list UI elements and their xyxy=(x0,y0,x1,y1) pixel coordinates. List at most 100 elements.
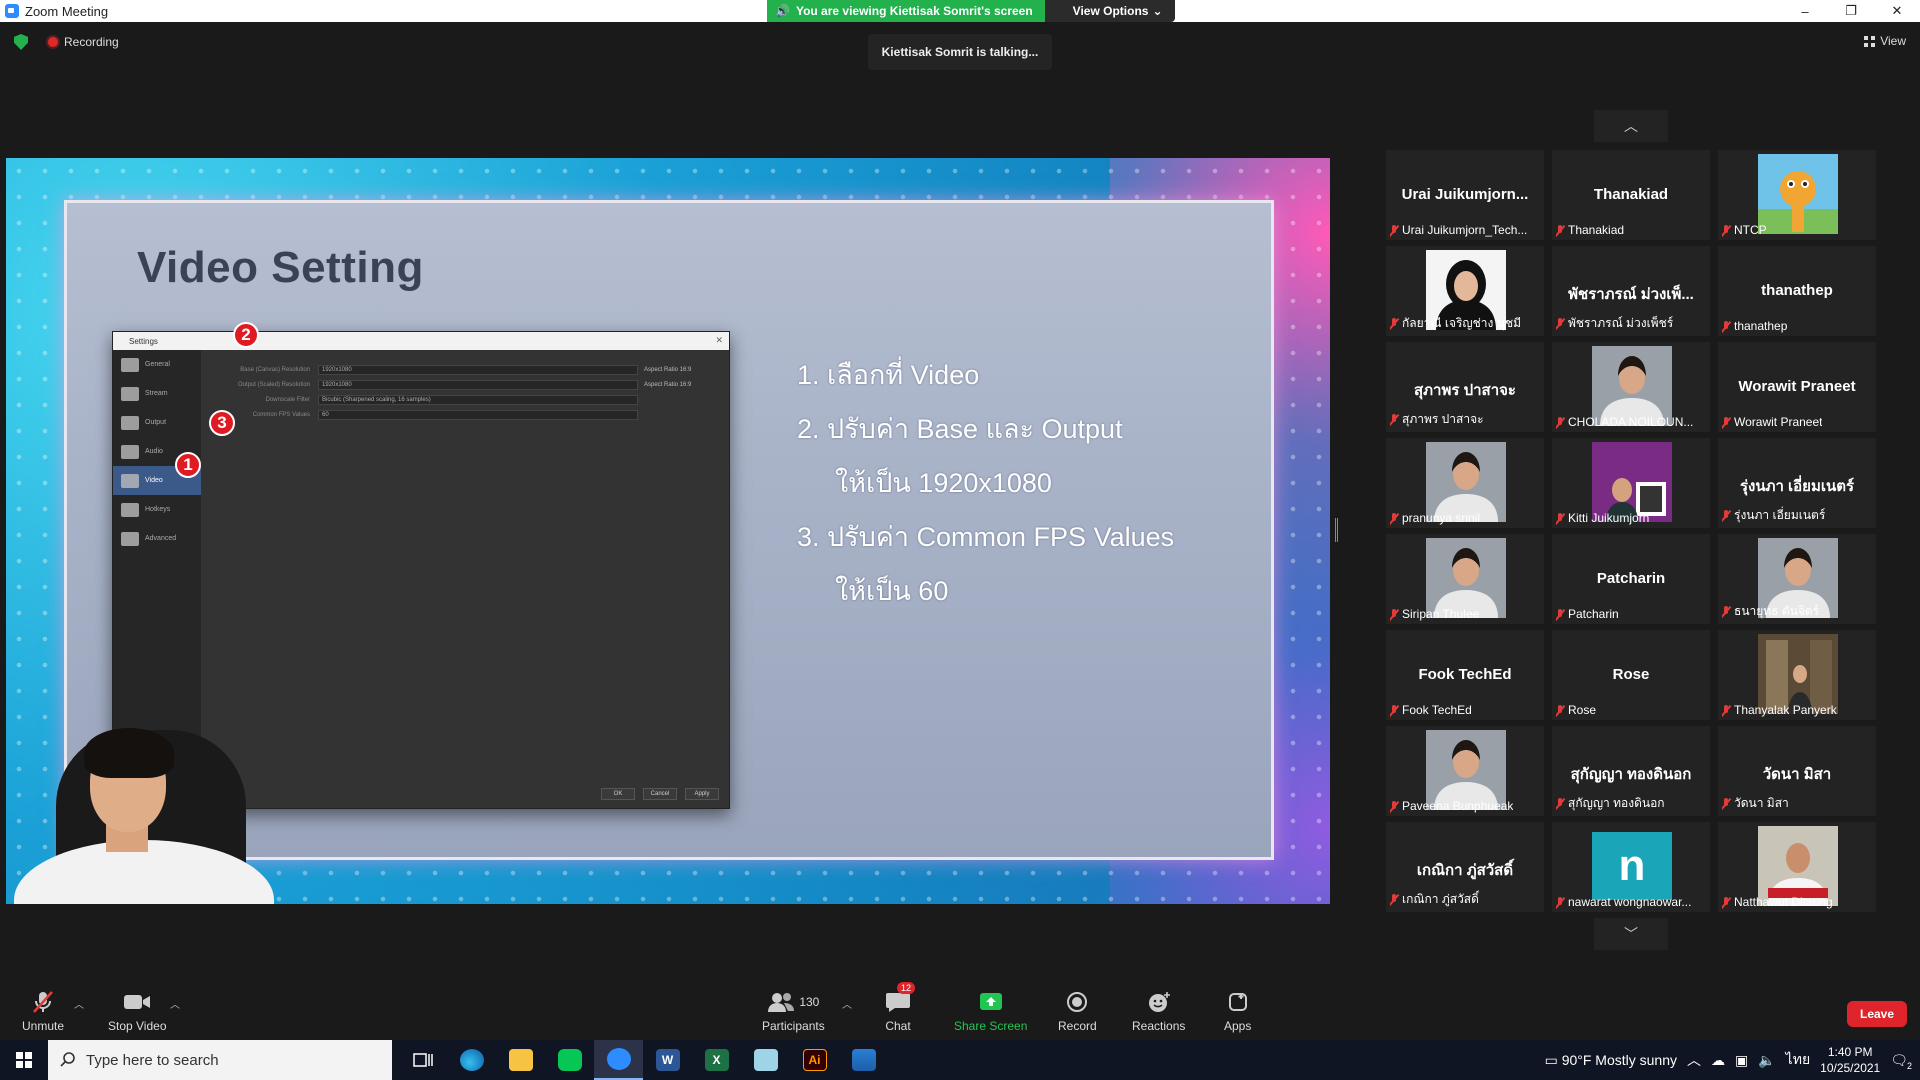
participant-tile[interactable]: สุภาพร ปาสาจะ สุภาพร ปาสาจะ xyxy=(1386,342,1544,432)
view-options-button[interactable]: View Options ⌄ xyxy=(1044,0,1175,22)
network-icon[interactable]: ▣ xyxy=(1735,1052,1748,1069)
participant-tile[interactable]: Kitti Juikumjorn xyxy=(1552,438,1710,528)
folder-icon xyxy=(508,1049,533,1071)
task-view-button[interactable] xyxy=(398,1040,447,1080)
gallery-next-button[interactable]: ﹀ xyxy=(1594,918,1668,950)
audio-options-caret[interactable]: ︿ xyxy=(74,996,84,1011)
chevron-up-icon: ︿ xyxy=(1624,118,1638,134)
word-app[interactable]: W xyxy=(643,1040,692,1080)
edge-app[interactable] xyxy=(447,1040,496,1080)
obs-close-icon: ✕ xyxy=(715,335,723,345)
participant-tile[interactable]: NTCP xyxy=(1718,150,1876,240)
view-label: View xyxy=(1880,34,1906,48)
participant-name: ธนายุทธ ตันจิตร์ xyxy=(1734,604,1820,618)
participant-name: Fook TechEd xyxy=(1402,703,1472,717)
participant-tile[interactable]: CHOLADA NOILOUN... xyxy=(1552,342,1710,432)
excel-app[interactable]: X xyxy=(692,1040,741,1080)
leave-button[interactable]: Leave xyxy=(1847,1001,1907,1027)
participant-tile[interactable]: Natthawut Ditaung xyxy=(1718,822,1876,912)
window-controls: – ❐ ✕ xyxy=(1782,0,1920,22)
weather-widget[interactable]: ▭ 90°F Mostly sunny xyxy=(1545,1052,1677,1069)
participant-caption: เกณิกา ภู่สวัสดิ์ xyxy=(1390,890,1479,909)
participant-tile[interactable]: Thanakiad Thanakiad xyxy=(1552,150,1710,240)
participants-options-caret[interactable]: ︿ xyxy=(842,996,852,1011)
obs-ok-button: OK xyxy=(601,788,635,800)
zoom-app[interactable] xyxy=(594,1040,643,1080)
participant-tile[interactable]: Patcharin Patcharin xyxy=(1552,534,1710,624)
illustrator-app[interactable]: Ai xyxy=(790,1040,839,1080)
recording-indicator[interactable]: Recording xyxy=(48,35,119,49)
restore-button[interactable]: ❐ xyxy=(1828,0,1874,22)
shared-screen[interactable]: Video Setting Settings ✕ General Stream … xyxy=(6,158,1330,904)
video-options-caret[interactable]: ︿ xyxy=(170,996,180,1011)
participant-tile[interactable]: สุกัญญา ทองดินอก สุกัญญา ทองดินอก xyxy=(1552,726,1710,816)
input-language[interactable]: ไทย xyxy=(1786,1049,1810,1071)
scanner-app[interactable] xyxy=(741,1040,790,1080)
file-explorer-app[interactable] xyxy=(496,1040,545,1080)
mic-muted-icon xyxy=(1556,416,1564,428)
apps-icon xyxy=(1228,993,1247,1011)
apps-button[interactable]: Apps xyxy=(1224,990,1251,1033)
participant-tile[interactable]: pranunya srinil xyxy=(1386,438,1544,528)
record-button[interactable]: Record xyxy=(1058,990,1097,1033)
illustrator-icon: Ai xyxy=(802,1049,827,1071)
participant-tile[interactable]: Paveena Bunphueak xyxy=(1386,726,1544,816)
participant-tile[interactable]: Fook TechEd Fook TechEd xyxy=(1386,630,1544,720)
photos-app[interactable] xyxy=(839,1040,888,1080)
minimize-button[interactable]: – xyxy=(1782,0,1828,22)
volume-icon[interactable]: 🔈 xyxy=(1758,1052,1775,1069)
reactions-button[interactable]: Reactions xyxy=(1132,990,1185,1033)
monitor-icon xyxy=(121,473,139,488)
windows-logo-icon xyxy=(16,1052,32,1068)
line-app[interactable] xyxy=(545,1040,594,1080)
slide-steps: 1. เลือกที่ Video 2. ปรับค่า Base และ Ou… xyxy=(797,348,1174,618)
participant-display-name: รุ่งนภา เอี่ยมเนตร์ xyxy=(1739,478,1855,495)
step-3-detail: ให้เป็น 60 xyxy=(835,576,949,606)
participant-tile[interactable]: Siripan Thulee xyxy=(1386,534,1544,624)
participant-tile[interactable]: n nawarat wongnaowar... xyxy=(1552,822,1710,912)
unmute-button[interactable]: Unmute xyxy=(22,990,64,1033)
participant-tile[interactable]: พัชราภรณ์ ม่วงเพ็... พัชราภรณ์ ม่วงเพ็ชร์ xyxy=(1552,246,1710,336)
participant-name: วัดนา มิสา xyxy=(1734,796,1789,810)
split-drag-handle[interactable] xyxy=(1335,518,1338,542)
participant-tile[interactable]: Urai Juikumjorn... Urai Juikumjorn_Tech..… xyxy=(1386,150,1544,240)
gallery-prev-button[interactable]: ︿ xyxy=(1594,110,1668,142)
obs-row: Base (Canvas) Resolution 1920x1080 Aspec… xyxy=(240,365,692,375)
obs-title-bar: Settings ✕ xyxy=(113,332,729,350)
participant-tile[interactable]: thanathep thanathep xyxy=(1718,246,1876,336)
participant-name: Paveena Bunphueak xyxy=(1402,799,1514,813)
mic-muted-icon xyxy=(1722,416,1730,428)
record-label: Record xyxy=(1058,1019,1097,1033)
obs-row: Output (Scaled) Resolution 1920x1080 Asp… xyxy=(237,380,692,390)
participant-tile[interactable]: Thanyalak Panyerk xyxy=(1718,630,1876,720)
onedrive-icon[interactable]: ☁ xyxy=(1711,1052,1725,1069)
participant-display-name: สุกัญญา ทองดินอก xyxy=(1570,766,1692,783)
participant-caption: Rose xyxy=(1556,703,1596,717)
participant-tile[interactable]: ธนายุทธ ตันจิตร์ xyxy=(1718,534,1876,624)
taskbar-search[interactable]: Type here to search xyxy=(48,1040,392,1080)
start-button[interactable] xyxy=(0,1040,48,1080)
keyboard-icon xyxy=(121,502,139,517)
participant-tile[interactable]: Worawit Praneet Worawit Praneet xyxy=(1718,342,1876,432)
tray-overflow-icon[interactable]: ︿ xyxy=(1687,1050,1701,1070)
participant-name: pranunya srinil xyxy=(1402,511,1481,525)
participant-tile[interactable]: วัดนา มิสา วัดนา มิสา xyxy=(1718,726,1876,816)
view-button[interactable]: View xyxy=(1864,34,1906,48)
output-icon xyxy=(121,415,139,430)
close-button[interactable]: ✕ xyxy=(1874,0,1920,22)
participants-count: 130 xyxy=(799,995,820,1009)
security-shield-icon[interactable] xyxy=(14,34,28,50)
mic-muted-icon xyxy=(30,990,56,1014)
participants-button[interactable]: 130 Participants xyxy=(762,990,825,1033)
stop-video-button[interactable]: Stop Video xyxy=(108,990,167,1033)
participant-tile[interactable]: กัลยาณี เจริญช่าง นุชมี xyxy=(1386,246,1544,336)
taskbar-clock[interactable]: 1:40 PM 10/25/2021 xyxy=(1820,1044,1880,1076)
participant-tile[interactable]: เกณิกา ภู่สวัสดิ์ เกณิกา ภู่สวัสดิ์ xyxy=(1386,822,1544,912)
participant-tile[interactable]: รุ่งนภา เอี่ยมเนตร์ รุ่งนภา เอี่ยมเนตร์ xyxy=(1718,438,1876,528)
share-screen-button[interactable]: Share Screen xyxy=(954,990,1027,1033)
step-1: 1. เลือกที่ Video xyxy=(797,360,980,390)
participant-name: Thanyalak Panyerk xyxy=(1734,703,1837,717)
participant-tile[interactable]: Rose Rose xyxy=(1552,630,1710,720)
chat-button[interactable]: 12 Chat xyxy=(885,982,916,1033)
notification-icon[interactable]: 🗨 2 xyxy=(1890,1052,1912,1071)
